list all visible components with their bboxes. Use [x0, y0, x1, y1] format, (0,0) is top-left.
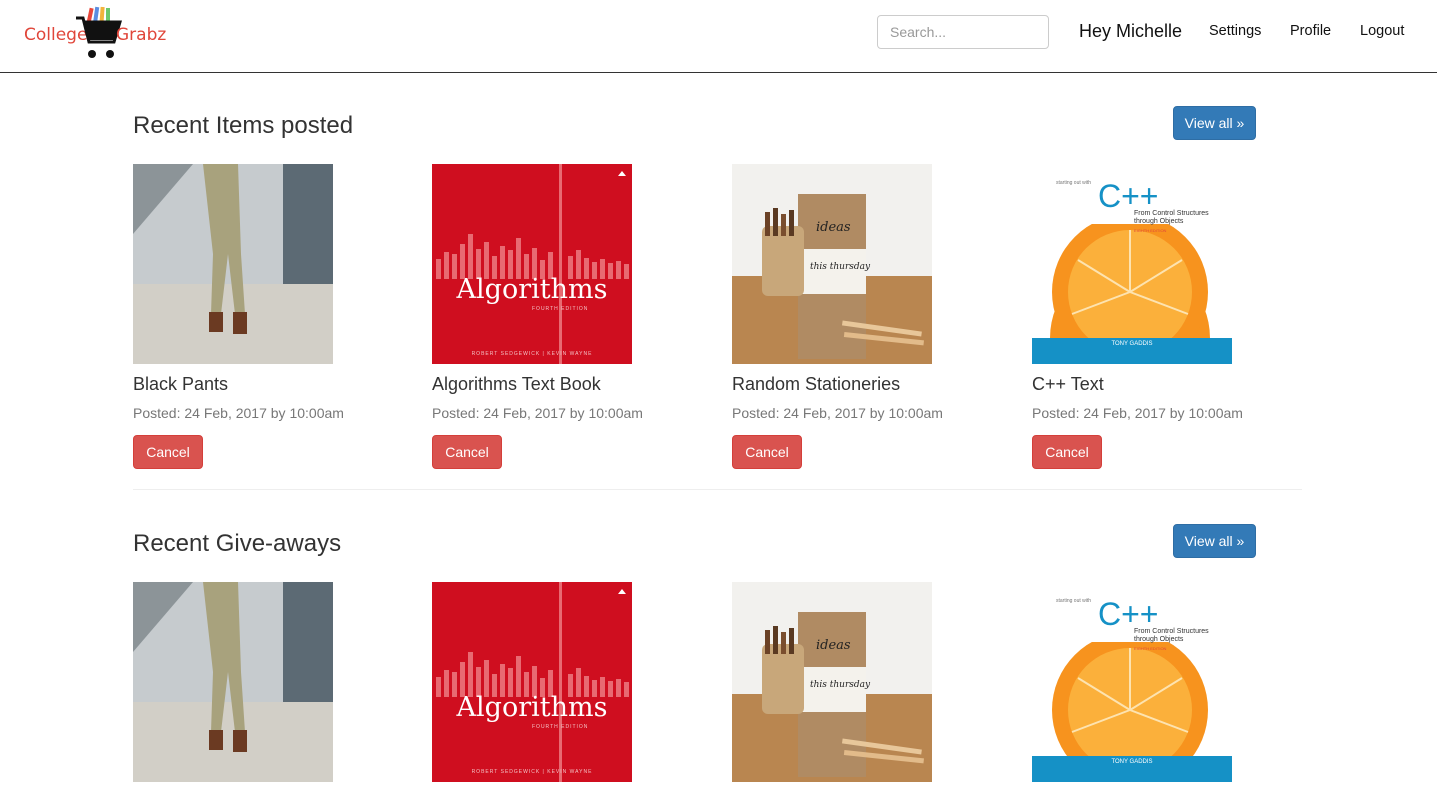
- item-posted-date: Posted: 24 Feb, 2017 by 10:00am: [1032, 405, 1243, 421]
- cpp-cover-edition: EIGHTH EDITION: [1134, 646, 1167, 651]
- giveaway-image-stationery[interactable]: ideas this thursday: [732, 582, 932, 782]
- item-card: Black Pants Posted: 24 Feb, 2017 by 10:0…: [133, 164, 363, 469]
- nav-link-settings[interactable]: Settings: [1209, 23, 1261, 39]
- item-image-pants[interactable]: [133, 164, 333, 364]
- cancel-button[interactable]: Cancel: [432, 435, 502, 469]
- cpp-cover-subtitle-1: From Control Structures: [1134, 628, 1209, 635]
- giveaway-card: Algorithms FOURTH EDITION ROBERT SEDGEWI…: [432, 582, 662, 782]
- item-title[interactable]: Algorithms Text Book: [432, 374, 601, 395]
- top-navbar: College Grabz Hey Michelle Settings Prof…: [0, 0, 1437, 73]
- item-posted-date: Posted: 24 Feb, 2017 by 10:00am: [732, 405, 943, 421]
- giveaway-card: [133, 582, 363, 782]
- view-all-giveaways-button[interactable]: View all »: [1173, 524, 1256, 558]
- section-divider: [133, 489, 1302, 490]
- giveaway-image-cpp[interactable]: starting out with C++ From Control Struc…: [1032, 582, 1232, 782]
- item-image-algorithms[interactable]: Algorithms FOURTH EDITION ROBERT SEDGEWI…: [432, 164, 632, 364]
- nav-link-profile[interactable]: Profile: [1290, 23, 1331, 39]
- item-card: Algorithms FOURTH EDITION ROBERT SEDGEWI…: [432, 164, 662, 469]
- cpp-cover-author: TONY GADDIS: [1111, 759, 1153, 765]
- algorithms-cover-title: Algorithms: [456, 274, 608, 305]
- section-title-recent-giveaways: Recent Give-aways: [133, 530, 342, 557]
- cpp-cover-subtitle-2: through Objects: [1134, 636, 1184, 643]
- section-title-recent-items: Recent Items posted: [133, 112, 354, 139]
- cpp-cover-edition: EIGHTH EDITION: [1134, 228, 1167, 233]
- cpp-cover-top: starting out with: [1056, 598, 1092, 604]
- item-card: starting out with C++ From Control Struc…: [1032, 164, 1262, 469]
- giveaway-card: starting out with C++ From Control Struc…: [1032, 582, 1262, 782]
- stationery-note-ideas: ideas: [816, 638, 851, 653]
- cancel-button[interactable]: Cancel: [133, 435, 203, 469]
- cpp-cover-author: TONY GADDIS: [1111, 341, 1153, 347]
- college-grabz-logo[interactable]: College Grabz: [22, 6, 172, 64]
- cpp-cover-subtitle-1: From Control Structures: [1134, 210, 1209, 217]
- stationery-note-thursday: this thursday: [810, 262, 871, 272]
- giveaway-card: ideas this thursday: [732, 582, 962, 782]
- item-title[interactable]: Black Pants: [133, 374, 228, 395]
- giveaway-image-pants[interactable]: [133, 582, 333, 782]
- item-card: ideas this thursday Random Stationeries …: [732, 164, 962, 469]
- logo-word-grabz: Grabz: [116, 25, 167, 45]
- item-posted-date: Posted: 24 Feb, 2017 by 10:00am: [432, 405, 643, 421]
- stationery-note-thursday: this thursday: [810, 680, 871, 690]
- cpp-cover-subtitle-2: through Objects: [1134, 218, 1184, 225]
- cancel-button[interactable]: Cancel: [732, 435, 802, 469]
- item-title[interactable]: C++ Text: [1032, 374, 1104, 395]
- item-title[interactable]: Random Stationeries: [732, 374, 900, 395]
- algorithms-cover-authors: ROBERT SEDGEWICK | KEVIN WAYNE: [471, 769, 593, 775]
- nav-link-logout[interactable]: Logout: [1360, 23, 1404, 39]
- shopping-cart-icon: [76, 6, 122, 58]
- item-posted-date: Posted: 24 Feb, 2017 by 10:00am: [133, 405, 344, 421]
- search-input[interactable]: [877, 15, 1049, 49]
- algorithms-cover-authors: ROBERT SEDGEWICK | KEVIN WAYNE: [471, 351, 593, 357]
- algorithms-cover-title: Algorithms: [456, 692, 608, 723]
- user-greeting: Hey Michelle: [1079, 21, 1183, 41]
- cancel-button[interactable]: Cancel: [1032, 435, 1102, 469]
- giveaway-image-algorithms[interactable]: Algorithms FOURTH EDITION ROBERT SEDGEWI…: [432, 582, 632, 782]
- stationery-note-ideas: ideas: [816, 220, 851, 235]
- cpp-cover-top: starting out with: [1056, 180, 1092, 186]
- item-image-stationery[interactable]: ideas this thursday: [732, 164, 932, 364]
- algorithms-cover-edition: FOURTH EDITION: [532, 724, 589, 730]
- algorithms-cover-edition: FOURTH EDITION: [532, 306, 589, 312]
- item-image-cpp[interactable]: starting out with C++ From Control Struc…: [1032, 164, 1232, 364]
- view-all-items-button[interactable]: View all »: [1173, 106, 1256, 140]
